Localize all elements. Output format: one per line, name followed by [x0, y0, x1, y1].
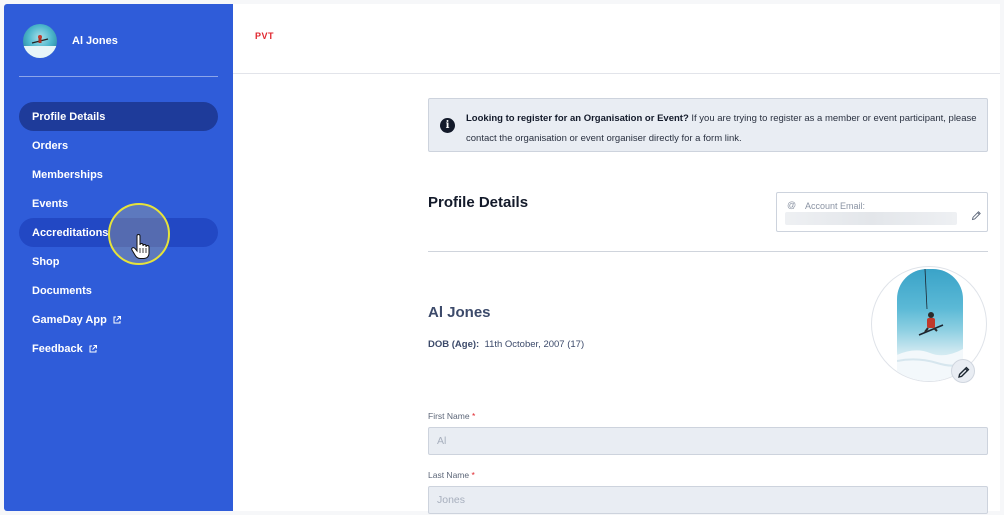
main-content: i Looking to register for an Organisatio… — [233, 74, 1000, 514]
profile-name: Al Jones — [428, 304, 491, 321]
avatar[interactable] — [23, 24, 57, 58]
required-mark: * — [471, 411, 476, 421]
last-name-label: Last Name * — [428, 470, 475, 480]
dob-value: 11th October, 2007 (17) — [484, 339, 585, 350]
user-header[interactable]: Al Jones — [23, 23, 118, 59]
sidebar-item-label: Shop — [32, 255, 60, 268]
sidebar-item-label: Feedback — [32, 342, 83, 355]
page-title: Profile Details — [428, 194, 529, 211]
edit-icon[interactable] — [971, 210, 982, 221]
dob-line: DOB (Age): 11th October, 2007 (17) — [428, 339, 584, 350]
info-notice: i Looking to register for an Organisatio… — [428, 98, 988, 152]
sidebar-item-documents[interactable]: Documents — [19, 276, 218, 305]
last-name-label-text: Last Name — [428, 470, 470, 480]
notice-title: Looking to register for an Organisation … — [466, 113, 689, 124]
email-value-redacted — [785, 212, 957, 225]
required-mark: * — [471, 470, 475, 480]
email-label: Account Email: — [805, 201, 866, 211]
app-frame: Al Jones Profile Details Orders Membersh… — [0, 0, 1004, 515]
sidebar-item-orders[interactable]: Orders — [19, 131, 218, 160]
sidebar-item-label: Profile Details — [32, 110, 106, 123]
user-name: Al Jones — [72, 35, 118, 47]
sidebar-item-label: Orders — [32, 139, 69, 152]
first-name-input[interactable] — [428, 427, 988, 455]
sidebar-item-label: GameDay App — [32, 313, 107, 326]
sidebar-item-label: Documents — [32, 284, 92, 297]
at-icon: @ — [787, 200, 797, 210]
info-icon: i — [440, 118, 455, 133]
sidebar-item-label: Memberships — [32, 168, 103, 181]
hand-cursor-icon — [131, 234, 150, 259]
sidebar-item-label: Accreditations — [32, 226, 109, 239]
sidebar-item-profile-details[interactable]: Profile Details — [19, 102, 218, 131]
top-bar: PVT — [233, 4, 1000, 74]
first-name-label-text: First Name — [428, 411, 470, 421]
pencil-icon — [958, 366, 970, 378]
sidebar-item-memberships[interactable]: Memberships — [19, 160, 218, 189]
section-divider — [428, 251, 988, 252]
sidebar-item-feedback[interactable]: Feedback — [19, 334, 218, 363]
first-name-label: First Name * — [428, 411, 475, 421]
sidebar-item-label: Events — [32, 197, 69, 210]
external-link-icon — [113, 315, 121, 323]
notice-text: Looking to register for an Organisation … — [466, 109, 981, 149]
external-link-icon — [89, 344, 97, 352]
edit-photo-button[interactable] — [951, 359, 975, 383]
sidebar-divider — [19, 76, 218, 77]
dob-label: DOB (Age): — [428, 339, 480, 350]
brand-logo[interactable]: PVT — [255, 31, 274, 41]
sidebar-item-gameday-app[interactable]: GameDay App — [19, 305, 218, 334]
account-email-field[interactable]: @ Account Email: — [776, 192, 988, 232]
last-name-input[interactable] — [428, 486, 988, 514]
